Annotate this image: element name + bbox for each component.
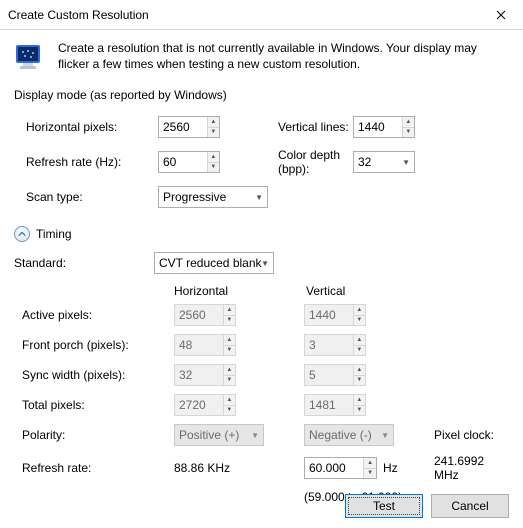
spinner-buttons[interactable]: ▲▼ xyxy=(207,152,219,172)
fp-label: Front porch (pixels): xyxy=(14,338,174,352)
col-horizontal: Horizontal xyxy=(174,284,304,298)
scan-value: Progressive xyxy=(163,190,226,204)
vlines-label: Vertical lines: xyxy=(278,120,353,134)
hz-label: Hz xyxy=(383,461,398,475)
depth-value: 32 xyxy=(358,155,371,169)
spinner-buttons[interactable]: ▲▼ xyxy=(402,117,414,137)
cancel-button[interactable]: Cancel xyxy=(431,494,509,518)
chevron-down-icon: ▼ xyxy=(402,158,410,167)
pixel-clock-label: Pixel clock: xyxy=(434,428,509,442)
titlebar: Create Custom Resolution xyxy=(0,0,523,30)
standard-value: CVT reduced blank xyxy=(159,256,262,270)
standard-combo[interactable]: CVT reduced blank ▼ xyxy=(154,252,274,274)
timing-label: Timing xyxy=(36,227,72,241)
refresh-input[interactable]: ▲▼ xyxy=(158,151,220,173)
chevron-up-icon xyxy=(18,230,26,238)
spinner-buttons[interactable]: ▲▼ xyxy=(363,458,376,478)
chevron-down-icon: ▼ xyxy=(381,431,389,440)
intro-row: Create a resolution that is not currentl… xyxy=(14,40,509,74)
chevron-down-icon: ▼ xyxy=(255,193,263,202)
tp-label: Total pixels: xyxy=(14,398,174,412)
active-label: Active pixels: xyxy=(14,308,174,322)
button-bar: Test Cancel xyxy=(345,494,509,518)
polarity-h-combo: Positive (+)▼ xyxy=(174,424,264,446)
scan-combo[interactable]: Progressive ▼ xyxy=(158,186,268,208)
collapse-toggle[interactable] xyxy=(14,226,30,242)
refresh-rate-label: Refresh rate: xyxy=(14,461,174,475)
scan-label: Scan type: xyxy=(18,190,158,204)
standard-label: Standard: xyxy=(14,256,154,270)
intro-text: Create a resolution that is not currentl… xyxy=(58,40,509,72)
timing-header: Timing xyxy=(14,226,509,242)
fp-h-input: ▲▼ xyxy=(174,334,236,356)
polarity-label: Polarity: xyxy=(14,428,174,442)
display-mode-label: Display mode (as reported by Windows) xyxy=(14,88,509,102)
active-h-input: ▲▼ xyxy=(174,304,236,326)
close-button[interactable] xyxy=(478,0,523,30)
active-v-input: ▲▼ xyxy=(304,304,366,326)
depth-combo[interactable]: 32 ▼ xyxy=(353,151,415,173)
polarity-v-combo: Negative (-)▼ xyxy=(304,424,394,446)
tp-h-input: ▲▼ xyxy=(174,394,236,416)
sw-v-input: ▲▼ xyxy=(304,364,366,386)
refresh-v-input[interactable]: ▲▼ xyxy=(304,457,377,479)
refresh-value[interactable] xyxy=(159,152,207,172)
display-mode-group: Horizontal pixels: ▲▼ Vertical lines: ▲▼… xyxy=(14,108,509,218)
sw-label: Sync width (pixels): xyxy=(14,368,174,382)
chevron-down-icon: ▼ xyxy=(261,259,269,268)
vlines-input[interactable]: ▲▼ xyxy=(353,116,415,138)
hpix-label: Horizontal pixels: xyxy=(18,120,158,134)
hpix-input[interactable]: ▲▼ xyxy=(158,116,220,138)
chevron-down-icon: ▼ xyxy=(251,431,259,440)
test-button[interactable]: Test xyxy=(345,494,423,518)
refresh-h-value: 88.86 KHz xyxy=(174,461,304,475)
hpix-value[interactable] xyxy=(159,117,207,137)
spinner-buttons[interactable]: ▲▼ xyxy=(207,117,219,137)
vlines-value[interactable] xyxy=(354,117,402,137)
close-icon xyxy=(496,10,506,20)
tp-v-input: ▲▼ xyxy=(304,394,366,416)
window-title: Create Custom Resolution xyxy=(8,8,149,22)
pixel-clock-value: 241.6992 MHz xyxy=(434,454,509,482)
col-vertical: Vertical xyxy=(304,284,434,298)
monitor-icon xyxy=(14,42,46,74)
sw-h-input: ▲▼ xyxy=(174,364,236,386)
fp-v-input: ▲▼ xyxy=(304,334,366,356)
refresh-label: Refresh rate (Hz): xyxy=(18,155,158,169)
depth-label: Color depth (bpp): xyxy=(278,148,353,176)
